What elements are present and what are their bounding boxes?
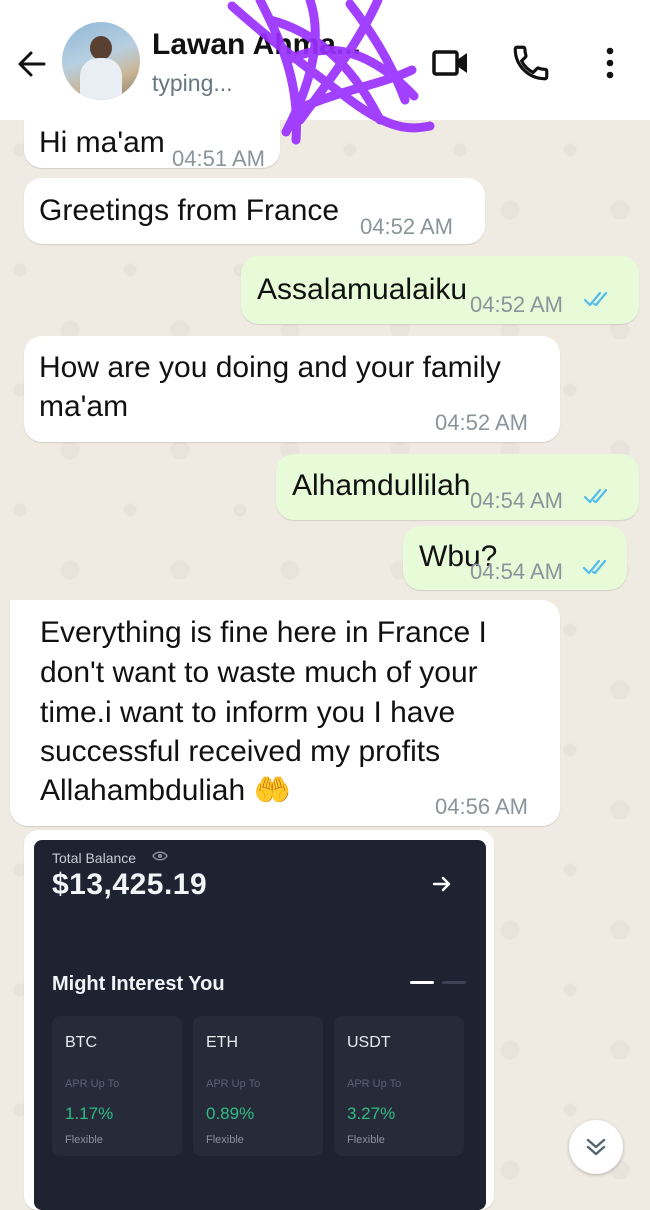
product-type: Flexible [65,1134,103,1146]
message-text: Alhamdullilah [292,469,471,502]
eye-icon [152,851,168,861]
apr-rate: 0.89% [206,1104,255,1123]
coin-card-eth: ETH APR Up To 0.89% Flexible [193,1016,323,1156]
total-balance-label: Total Balance [52,850,137,866]
coin-symbol: BTC [65,1034,97,1051]
total-balance-amount: $13,425.19 [52,868,208,901]
avatar-head [90,36,112,60]
message-bubble-incoming[interactable]: Greetings from France 04:52 AM [24,178,485,244]
message-text-line: How are you doing and your family [39,351,501,384]
carousel-indicator-active [410,981,434,984]
avatar-body [80,58,122,100]
apr-label: APR Up To [206,1078,261,1090]
contact-avatar[interactable] [62,22,140,100]
message-bubble-outgoing[interactable]: Wbu? 04:54 AM [403,526,627,590]
arrow-right-icon [432,876,451,892]
double-check-icon [583,559,607,575]
coin-symbol: USDT [347,1034,391,1051]
image-message[interactable]: Total Balance $13,425.19 Might Interest … [24,830,494,1210]
apr-rate: 3.27% [347,1104,396,1123]
redaction-scribble [227,0,435,145]
apr-label: APR Up To [65,1078,120,1090]
message-time: 04:56 AM [435,794,528,819]
back-button[interactable] [12,44,52,84]
message-text-line: Everything is fine here in France I [40,616,487,649]
message-time: 04:52 AM [360,214,453,239]
scroll-to-bottom-button[interactable] [569,1120,623,1174]
wallet-screenshot: Total Balance $13,425.19 Might Interest … [34,840,486,1210]
message-time: 04:54 AM [470,559,563,584]
message-text-line: successful received my profits [40,735,441,768]
apr-rate: 1.17% [65,1104,114,1123]
message-text-line: don't want to waste much of your [40,656,478,689]
coin-card-btc: BTC APR Up To 1.17% Flexible [52,1016,182,1156]
more-vert-icon [606,47,614,79]
message-time: 04:52 AM [435,410,528,435]
more-options-button[interactable] [590,42,630,84]
double-check-icon [584,291,608,307]
chevron-double-down-icon [586,1138,606,1156]
phone-icon [513,45,549,81]
message-text-line: time.i want to inform you I have [40,696,456,729]
message-bubble-incoming[interactable]: How are you doing and your family ma'am … [24,336,560,442]
carousel-indicator [442,981,466,984]
might-interest-title: Might Interest You [52,973,225,995]
message-bubble-outgoing[interactable]: Assalamualaiku 04:52 AM [241,256,639,324]
message-bubble-incoming[interactable]: Everything is fine here in France I don'… [10,600,560,826]
double-check-icon [584,488,608,504]
message-text: Assalamualaiku [257,273,468,306]
message-time: 04:51 AM [172,146,265,171]
message-text-line: ma'am [39,390,129,423]
message-time: 04:52 AM [470,292,563,317]
arrow-left-icon [18,51,46,77]
apr-label: APR Up To [347,1078,402,1090]
voice-call-button[interactable] [510,42,552,84]
message-text: Hi ma'am [39,126,165,159]
coin-card-usdt: USDT APR Up To 3.27% Flexible [334,1016,464,1156]
message-bubble-outgoing[interactable]: Alhamdullilah 04:54 AM [276,454,639,520]
product-type: Flexible [347,1134,385,1146]
product-type: Flexible [206,1134,244,1146]
message-text: Greetings from France [39,194,340,227]
message-text-line: Allahambduliah 🤲 [40,774,291,807]
coin-symbol: ETH [206,1034,238,1051]
message-time: 04:54 AM [470,488,563,513]
